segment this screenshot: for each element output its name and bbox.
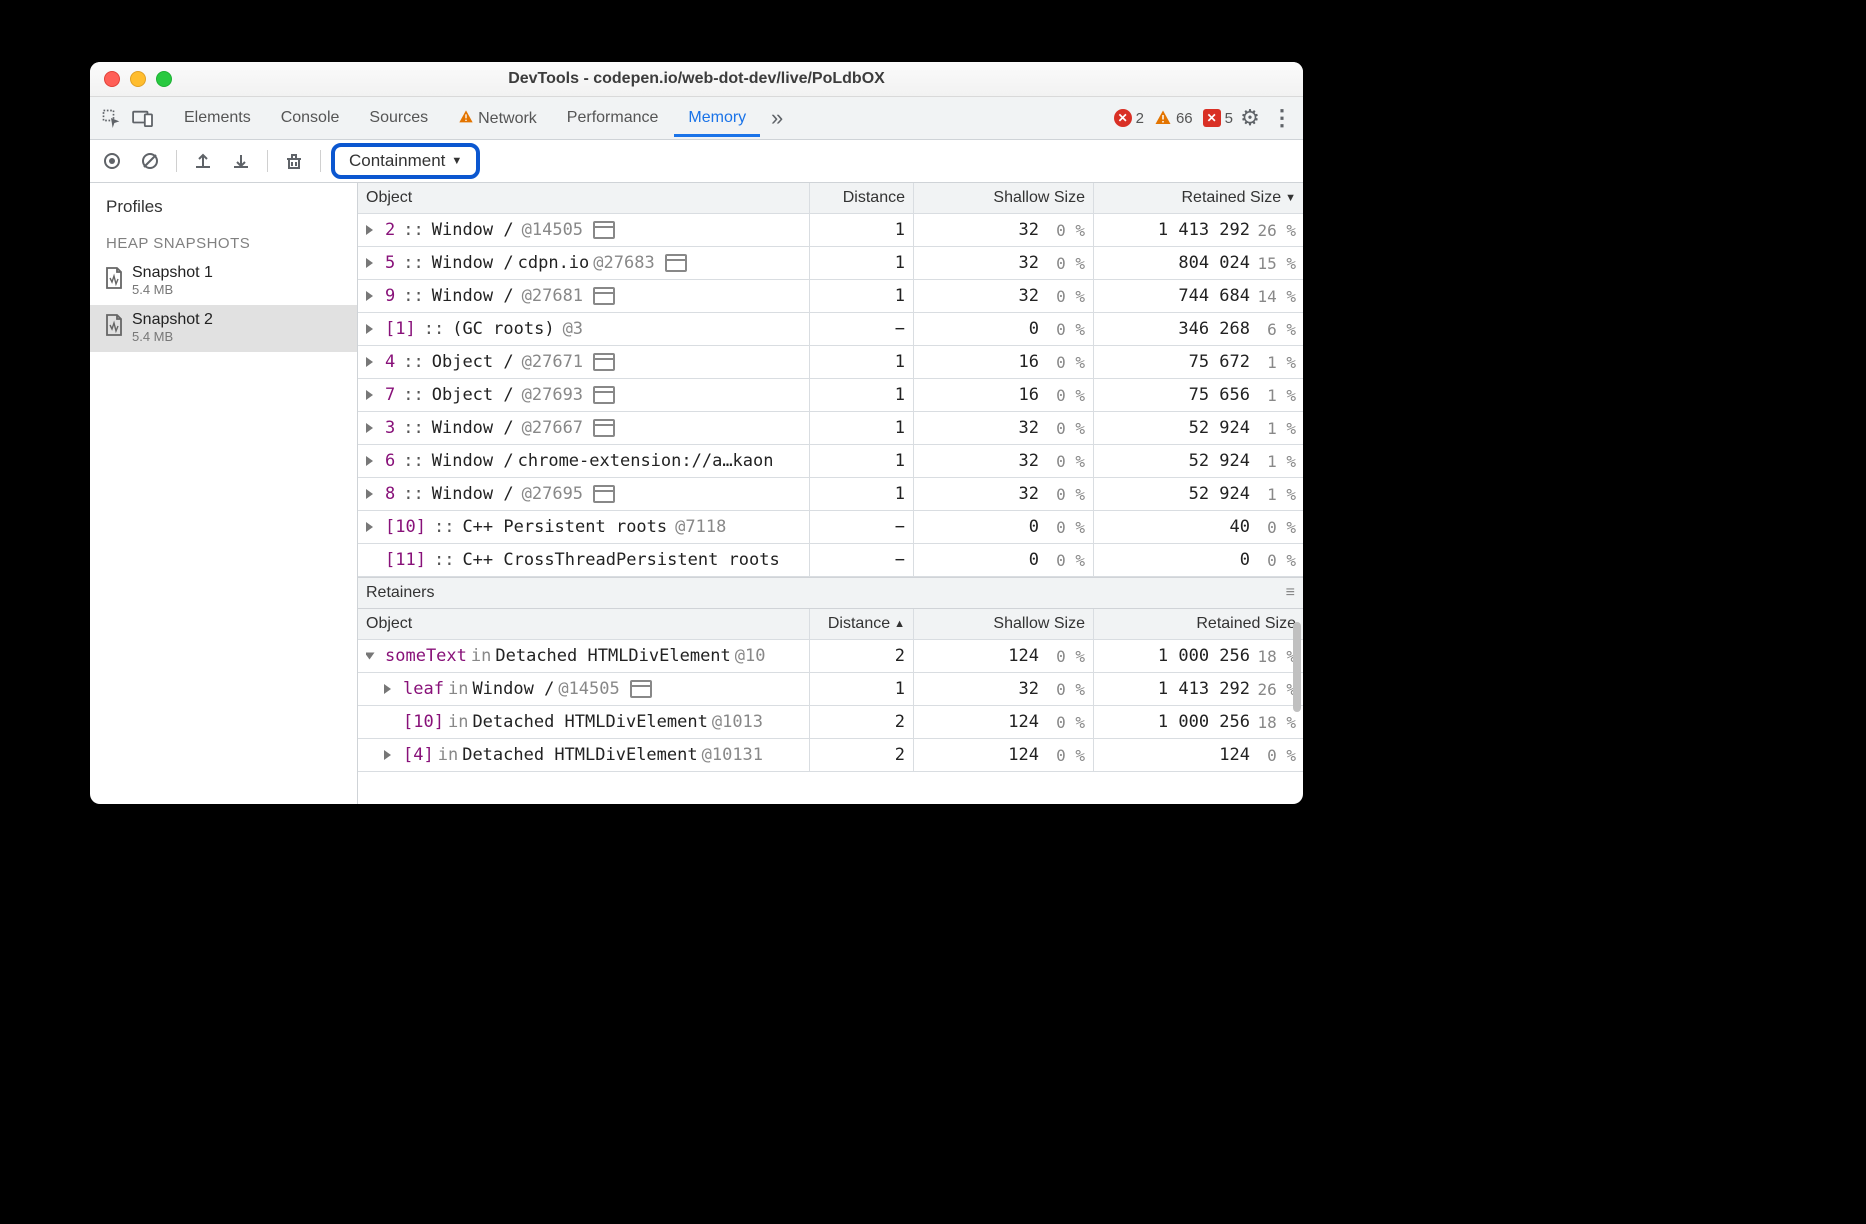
body: Profiles HEAP SNAPSHOTS Snapshot 1 5.4 M… — [90, 183, 1303, 804]
snapshot-name: Snapshot 2 — [132, 311, 213, 329]
expand-icon[interactable] — [366, 423, 373, 433]
zoom-icon[interactable] — [156, 71, 172, 87]
col-shallow-header[interactable]: Shallow Size — [914, 183, 1094, 213]
errors-badge[interactable]: ✕2 — [1114, 109, 1144, 127]
object-row[interactable]: 2::Window / @14505 1 320 % 1 413 29226 % — [358, 214, 1303, 247]
main-panel: Object Distance Shallow Size Retained Si… — [358, 183, 1303, 804]
retainer-row[interactable]: leaf in Window / @14505 1 320 % 1 413 29… — [358, 673, 1303, 706]
window-icon — [593, 386, 615, 404]
perspective-dropdown[interactable]: Containment ▼ — [331, 143, 480, 179]
record-icon[interactable] — [96, 145, 128, 177]
snapshot-item[interactable]: Snapshot 1 5.4 MB — [90, 258, 357, 305]
object-row[interactable]: 9::Window / @27681 1 320 % 744 68414 % — [358, 280, 1303, 313]
objects-rows: 2::Window / @14505 1 320 % 1 413 29226 %… — [358, 214, 1303, 577]
col-distance-header[interactable]: Distance — [810, 183, 914, 213]
expand-icon[interactable] — [366, 653, 375, 660]
close-icon[interactable] — [104, 71, 120, 87]
retainers-grid-header: Object Distance▲ Shallow Size Retained S… — [358, 609, 1303, 640]
retainer-row[interactable]: [4] in Detached HTMLDivElement @10131 2 … — [358, 739, 1303, 772]
expand-icon[interactable] — [384, 750, 391, 760]
retainers-rows: someText in Detached HTMLDivElement @10 … — [358, 640, 1303, 772]
minimize-icon[interactable] — [130, 71, 146, 87]
snapshot-name: Snapshot 1 — [132, 264, 213, 282]
expand-icon[interactable] — [366, 324, 373, 334]
tab-elements[interactable]: Elements — [170, 99, 265, 137]
heap-snapshots-group: HEAP SNAPSHOTS — [90, 227, 357, 258]
expand-icon[interactable] — [366, 225, 373, 235]
window-title: DevTools - codepen.io/web-dot-dev/live/P… — [90, 70, 1303, 88]
retainers-header[interactable]: Retainers ≡ — [358, 577, 1303, 609]
snapshot-item[interactable]: Snapshot 2 5.4 MB — [90, 305, 357, 352]
retainer-row[interactable]: [10] in Detached HTMLDivElement @1013 2 … — [358, 706, 1303, 739]
object-row[interactable]: 8::Window / @27695 1 320 % 52 9241 % — [358, 478, 1303, 511]
object-row[interactable]: [11]::C++ CrossThreadPersistent roots − … — [358, 544, 1303, 577]
status-badges: ✕2 66 ✕5 — [1114, 109, 1233, 127]
object-row[interactable]: 3::Window / @27667 1 320 % 52 9241 % — [358, 412, 1303, 445]
memory-toolbar: Containment ▼ — [90, 140, 1303, 183]
tab-console[interactable]: Console — [267, 99, 354, 137]
retainer-row[interactable]: someText in Detached HTMLDivElement @10 … — [358, 640, 1303, 673]
clear-icon[interactable] — [134, 145, 166, 177]
expand-icon[interactable] — [366, 522, 373, 532]
collect-garbage-icon[interactable] — [278, 145, 310, 177]
window-icon — [593, 287, 615, 305]
more-tabs-icon[interactable]: » — [762, 105, 792, 131]
col-retained-header-2[interactable]: Retained Size — [1094, 609, 1303, 639]
expand-icon[interactable] — [366, 390, 373, 400]
tab-memory[interactable]: Memory — [674, 99, 760, 137]
window-icon — [593, 221, 615, 239]
warnings-badge[interactable]: 66 — [1154, 109, 1193, 127]
col-retained-header[interactable]: Retained Size▼ — [1094, 183, 1303, 213]
object-row[interactable]: 4::Object / @27671 1 160 % 75 6721 % — [358, 346, 1303, 379]
expand-icon[interactable] — [366, 456, 373, 466]
snapshot-size: 5.4 MB — [132, 329, 213, 344]
devtools-window: DevTools - codepen.io/web-dot-dev/live/P… — [90, 62, 1303, 804]
objects-grid-header: Object Distance Shallow Size Retained Si… — [358, 183, 1303, 214]
tab-sources[interactable]: Sources — [355, 99, 442, 137]
save-profile-icon[interactable] — [225, 145, 257, 177]
object-row[interactable]: 6::Window / chrome-extension://a…kaon 1 … — [358, 445, 1303, 478]
snapshot-size: 5.4 MB — [132, 282, 213, 297]
col-object-header-2[interactable]: Object — [358, 609, 810, 639]
col-object-header[interactable]: Object — [358, 183, 810, 213]
panels-tabbar: Elements Console Sources Network Perform… — [90, 97, 1303, 140]
device-toolbar-icon[interactable] — [128, 109, 158, 127]
expand-icon[interactable] — [366, 258, 373, 268]
tab-performance[interactable]: Performance — [553, 99, 673, 137]
window-icon — [665, 254, 687, 272]
snapshot-icon — [104, 266, 124, 292]
expand-icon[interactable] — [366, 357, 373, 367]
expand-icon[interactable] — [366, 489, 373, 499]
expand-icon[interactable] — [366, 291, 373, 301]
load-profile-icon[interactable] — [187, 145, 219, 177]
retainers-menu-icon[interactable]: ≡ — [1286, 584, 1295, 602]
tab-network[interactable]: Network — [444, 99, 551, 138]
object-row[interactable]: [10]::C++ Persistent roots @7118 − 00 % … — [358, 511, 1303, 544]
profiles-heading: Profiles — [90, 183, 357, 227]
profiles-sidebar: Profiles HEAP SNAPSHOTS Snapshot 1 5.4 M… — [90, 183, 358, 804]
window-icon — [593, 353, 615, 371]
kebab-menu-icon[interactable]: ⋮ — [1267, 105, 1297, 131]
expand-icon[interactable] — [384, 684, 391, 694]
object-row[interactable]: 5::Window / cdpn.io @27683 1 320 % 804 0… — [358, 247, 1303, 280]
snapshot-icon — [104, 313, 124, 339]
col-distance-header-2[interactable]: Distance▲ — [810, 609, 914, 639]
object-row[interactable]: 7::Object / @27693 1 160 % 75 6561 % — [358, 379, 1303, 412]
window-icon — [593, 485, 615, 503]
scrollbar-thumb[interactable] — [1293, 622, 1301, 712]
window-icon — [593, 419, 615, 437]
inspect-icon[interactable] — [96, 108, 126, 128]
traffic-lights — [90, 71, 172, 87]
window-icon — [630, 680, 652, 698]
object-row[interactable]: [1]::(GC roots) @3 − 00 % 346 2686 % — [358, 313, 1303, 346]
titlebar: DevTools - codepen.io/web-dot-dev/live/P… — [90, 62, 1303, 97]
critical-badge[interactable]: ✕5 — [1203, 109, 1233, 127]
col-shallow-header-2[interactable]: Shallow Size — [914, 609, 1094, 639]
settings-icon[interactable]: ⚙ — [1235, 105, 1265, 131]
